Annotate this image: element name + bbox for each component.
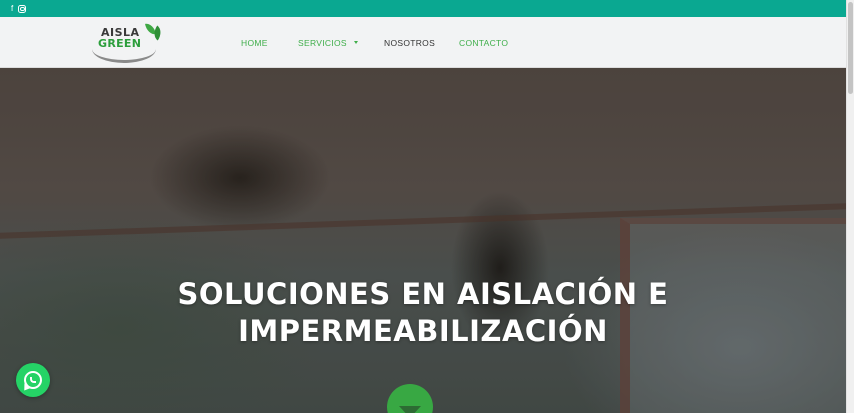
hero-overlay	[0, 68, 846, 413]
nav-contacto[interactable]: CONTACTO	[459, 17, 508, 68]
nav-home[interactable]: HOME	[241, 17, 268, 68]
logo[interactable]: AISLA GREEN	[92, 21, 165, 65]
logo-text-green: GREEN	[98, 37, 142, 50]
facebook-icon[interactable]: f	[11, 4, 13, 13]
nav-nosotros[interactable]: NOSOTROS	[384, 17, 435, 68]
phone-icon	[30, 377, 36, 383]
nav-servicios-label: SERVICIOS	[298, 37, 347, 48]
hero-title-line-1: SOLUCIONES EN AISLACIÓN E	[177, 277, 669, 311]
hero-title: SOLUCIONES EN AISLACIÓN E IMPERMEABILIZA…	[0, 276, 846, 350]
scrollbar[interactable]	[846, 0, 854, 413]
instagram-icon[interactable]	[18, 4, 27, 13]
hero-banner: SOLUCIONES EN AISLACIÓN E IMPERMEABILIZA…	[0, 68, 846, 413]
hero-title-line-2: IMPERMEABILIZACIÓN	[238, 314, 608, 348]
top-bar: f	[0, 0, 846, 17]
nav-servicios[interactable]: SERVICIOS	[298, 17, 358, 68]
site-header: AISLA GREEN HOME SERVICIOS NOSOTROS CONT…	[0, 17, 846, 68]
whatsapp-button[interactable]	[16, 363, 50, 397]
scrollbar-thumb[interactable]	[848, 2, 853, 94]
whatsapp-icon	[24, 371, 42, 389]
chevron-down-icon	[353, 41, 358, 44]
